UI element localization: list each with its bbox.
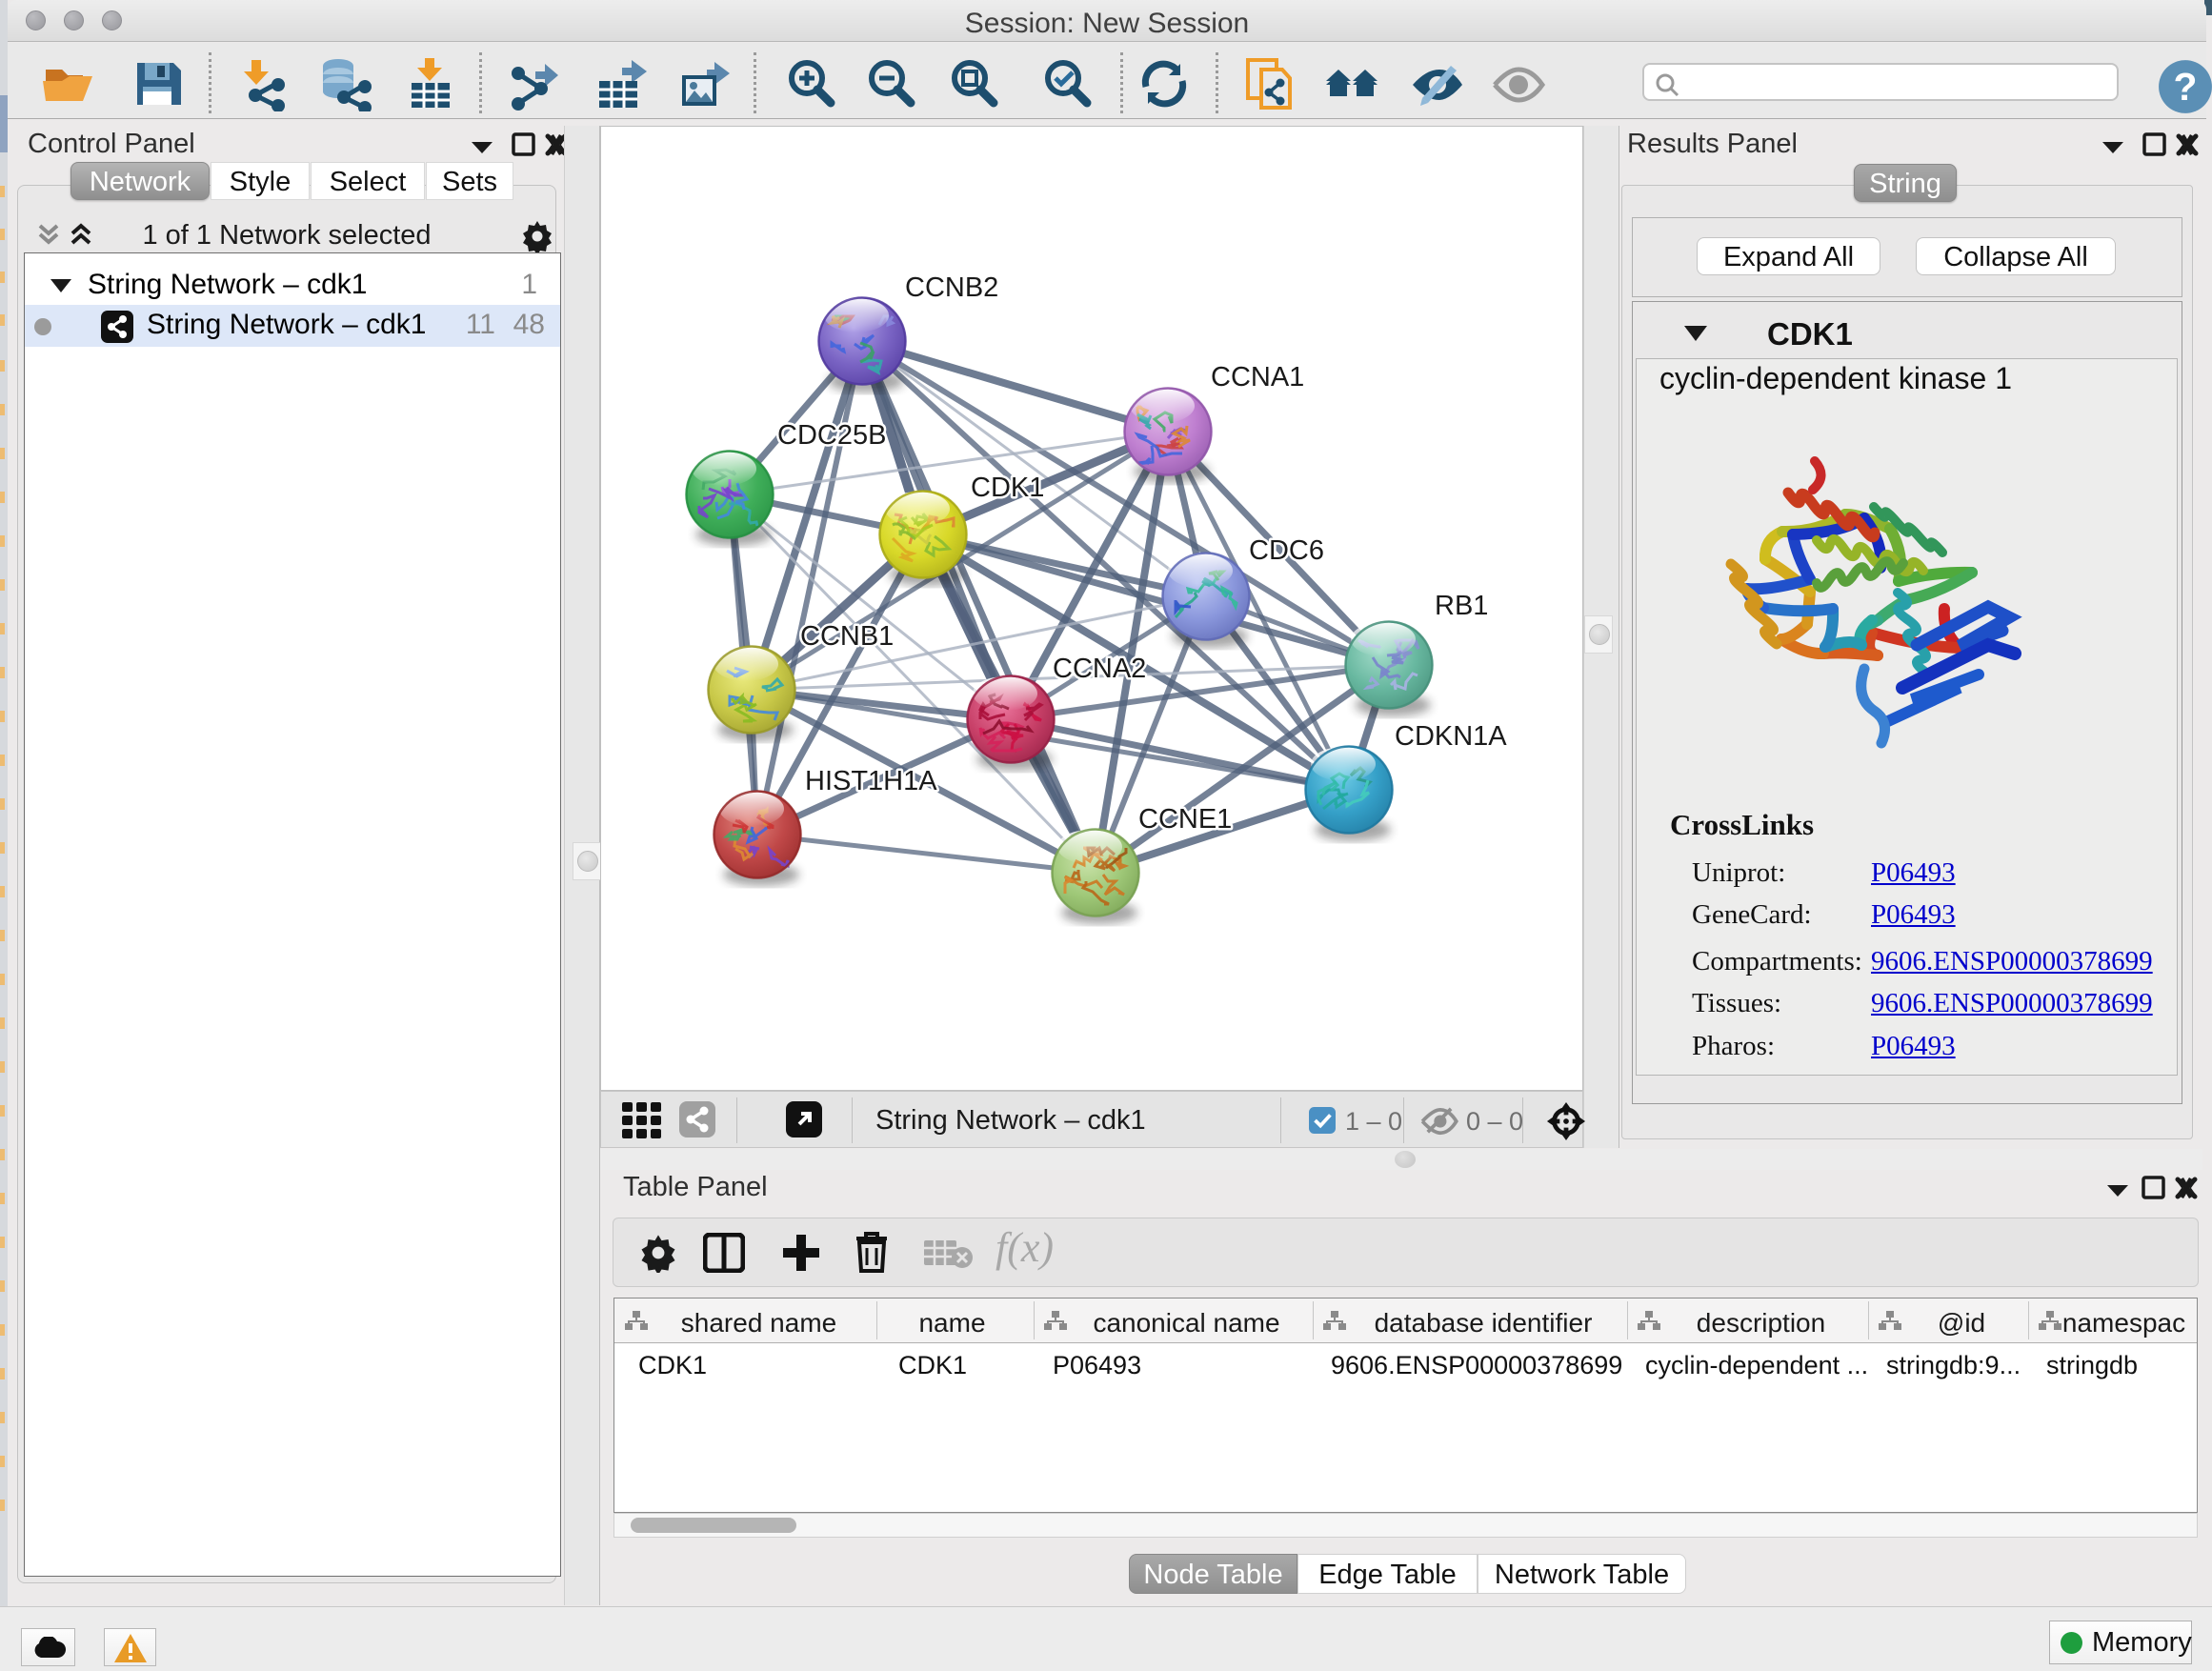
svg-text:CCNE1: CCNE1	[1138, 804, 1232, 835]
svg-text:CDKN1A: CDKN1A	[1395, 721, 1507, 752]
svg-text:CCNB1: CCNB1	[800, 621, 894, 652]
svg-text:CDC6: CDC6	[1249, 535, 1324, 566]
svg-text:CDC25B: CDC25B	[777, 420, 886, 451]
svg-text:CDK1: CDK1	[971, 473, 1044, 503]
svg-text:HIST1H1A: HIST1H1A	[805, 766, 937, 796]
svg-text:CCNB2: CCNB2	[905, 272, 998, 303]
svg-text:?: ?	[2174, 65, 2198, 109]
svg-text:RB1: RB1	[1435, 591, 1488, 621]
svg-text:CCNA2: CCNA2	[1053, 654, 1146, 684]
svg-text:CCNA1: CCNA1	[1211, 362, 1304, 393]
